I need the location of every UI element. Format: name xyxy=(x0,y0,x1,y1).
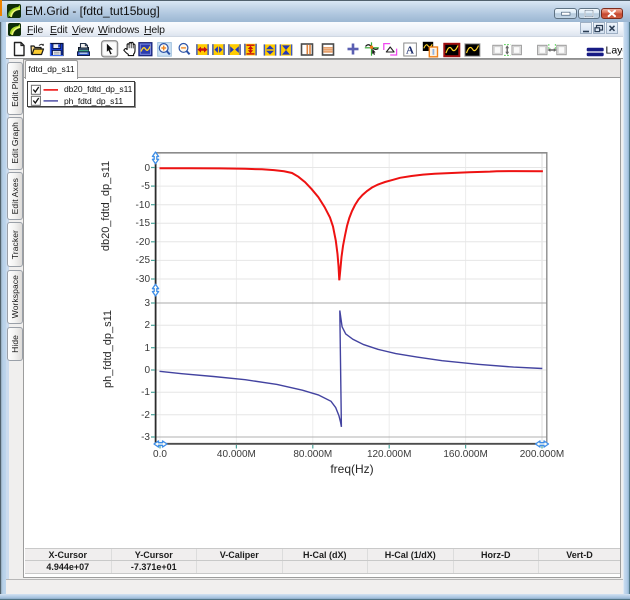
svg-text:A: A xyxy=(406,44,414,56)
